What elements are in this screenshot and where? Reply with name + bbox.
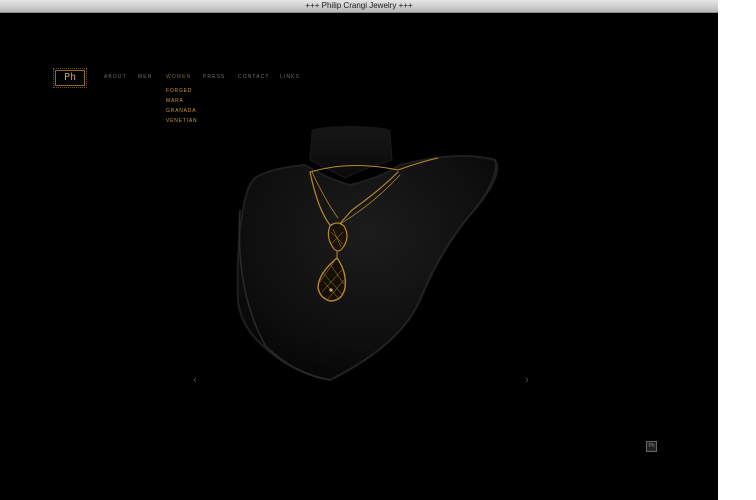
bust-neck-top <box>311 126 391 136</box>
nav-item-contact[interactable]: CONTACT <box>238 74 270 80</box>
footer-logo-icon[interactable]: Ph <box>646 441 657 452</box>
page-gutter <box>718 0 756 500</box>
bust-body <box>236 155 499 382</box>
gallery-next-arrow-icon[interactable]: › <box>522 374 532 386</box>
window-title: +++ Philip Crangi Jewelry +++ <box>305 1 413 10</box>
brand-logo-text: Ph <box>63 72 77 83</box>
gallery-prev-arrow-icon[interactable]: ‹ <box>190 374 200 386</box>
hero-image-necklace <box>236 126 499 382</box>
nav-item-links[interactable]: LINKS <box>280 74 300 80</box>
brand-logo[interactable]: Ph <box>53 68 87 88</box>
submenu-item-mara[interactable]: MARA <box>166 96 197 106</box>
browser-window: +++ Philip Crangi Jewelry +++ Ph ABOUT M… <box>0 0 718 500</box>
women-submenu: FORGED MARA GRANADA VENETIAN <box>166 86 197 126</box>
nav-item-women[interactable]: WOMEN <box>166 74 191 80</box>
nav-item-about[interactable]: ABOUT <box>104 74 127 80</box>
submenu-item-forged[interactable]: FORGED <box>166 86 197 96</box>
submenu-item-venetian[interactable]: VENETIAN <box>166 116 197 126</box>
submenu-item-granada[interactable]: GRANADA <box>166 106 197 116</box>
nav-item-men[interactable]: MEN <box>138 74 152 80</box>
nav-item-press[interactable]: PRESS <box>203 74 225 80</box>
